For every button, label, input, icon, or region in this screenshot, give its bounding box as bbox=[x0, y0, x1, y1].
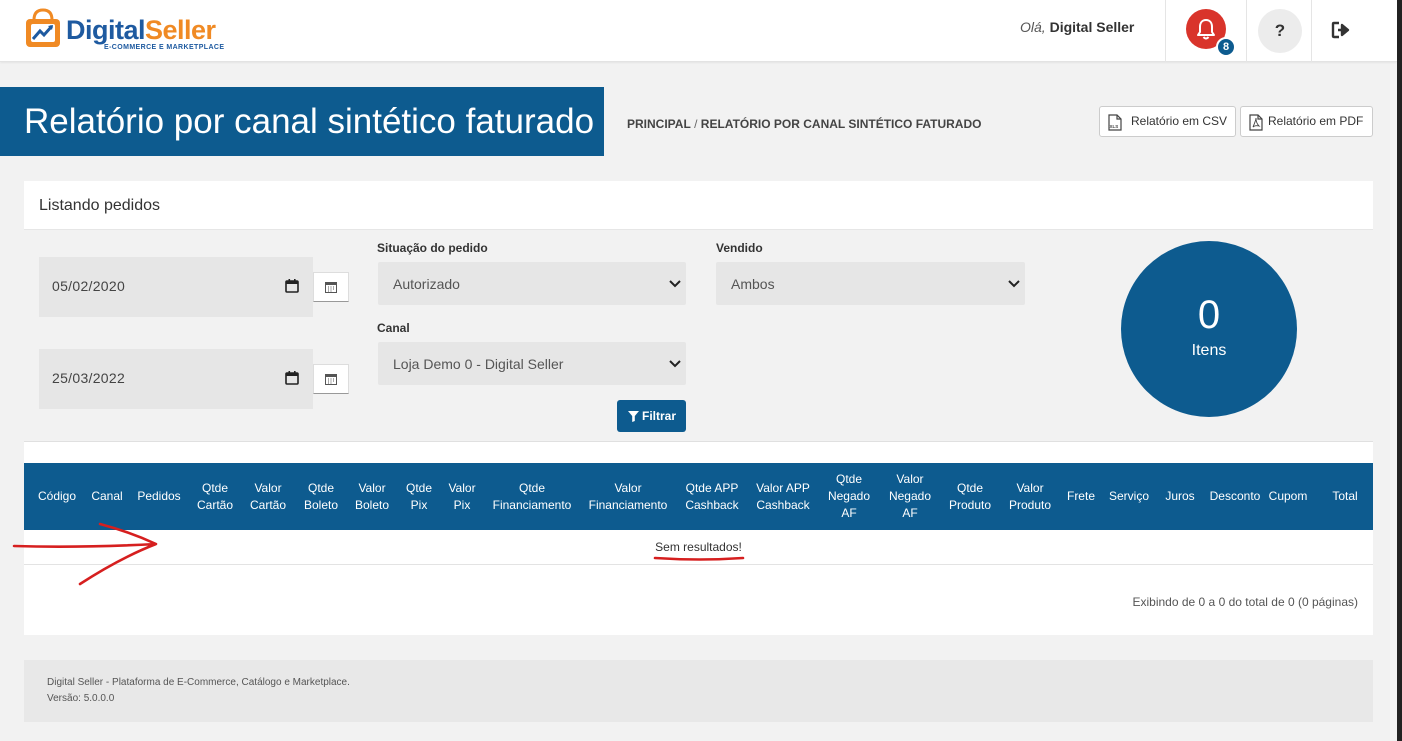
shopping-bag-logo-icon bbox=[26, 8, 60, 47]
svg-text:XLS: XLS bbox=[1110, 124, 1119, 129]
column-header[interactable]: Qtde Financiamento bbox=[477, 463, 587, 530]
items-count: 0 bbox=[1197, 293, 1221, 337]
page-footer: Digital Seller - Plataforma de E-Commerc… bbox=[24, 660, 1373, 722]
items-label: Itens bbox=[1191, 342, 1227, 359]
card-title: Listando pedidos bbox=[39, 197, 160, 214]
bell-icon bbox=[1197, 19, 1215, 40]
brand-tagline: E-COMMERCE E MARKETPLACE bbox=[104, 44, 225, 51]
user-greeting: Olá, Digital Seller bbox=[1020, 19, 1135, 35]
end-date-input[interactable]: 25/03/2022 bbox=[39, 349, 313, 409]
chevron-down-icon bbox=[1008, 280, 1020, 288]
sold-label: Vendido bbox=[716, 241, 763, 255]
table-divider bbox=[24, 564, 1373, 565]
help-button[interactable]: ? bbox=[1258, 9, 1302, 53]
user-name: Digital Seller bbox=[1049, 19, 1135, 35]
end-date-calendar-button[interactable] bbox=[313, 364, 349, 394]
status-select[interactable]: Autorizado bbox=[378, 262, 686, 305]
export-pdf-button[interactable]: Relatório em PDF bbox=[1240, 106, 1373, 137]
start-date-calendar-button[interactable] bbox=[313, 272, 349, 302]
channel-label: Canal bbox=[377, 321, 410, 335]
start-date-input[interactable]: 05/02/2020 bbox=[39, 257, 313, 317]
status-label: Situação do pedido bbox=[377, 241, 488, 255]
calendar-icon bbox=[285, 371, 299, 385]
logout-icon bbox=[1331, 21, 1350, 39]
brand-name: DigitalSeller bbox=[66, 15, 216, 45]
export-csv-button[interactable]: XLS Relatório em CSV bbox=[1099, 106, 1236, 137]
channel-select[interactable]: Loja Demo 0 - Digital Seller bbox=[378, 342, 686, 385]
pagination-info: Exibindo de 0 a 0 do total de 0 (0 págin… bbox=[1132, 595, 1359, 609]
file-xls-icon: XLS bbox=[1108, 114, 1122, 131]
orders-card: Listando pedidos 05/02/2020 25/03/2022 S… bbox=[24, 181, 1373, 635]
filter-button[interactable]: Filtrar bbox=[617, 400, 686, 432]
filter-icon bbox=[628, 411, 639, 422]
navbar-divider bbox=[1311, 0, 1312, 62]
calendar-icon bbox=[325, 282, 337, 293]
card-header: Listando pedidos bbox=[24, 181, 1373, 230]
breadcrumb-home[interactable]: PRINCIPAL bbox=[627, 117, 691, 131]
navbar-divider bbox=[1246, 0, 1247, 62]
column-header[interactable]: Total bbox=[1290, 463, 1400, 530]
logout-button[interactable] bbox=[1331, 20, 1353, 40]
filters-panel: 05/02/2020 25/03/2022 Situação do pedido… bbox=[24, 230, 1373, 442]
breadcrumb-current: RELATÓRIO POR CANAL SINTÉTICO FATURADO bbox=[700, 117, 982, 131]
navbar-divider bbox=[1165, 0, 1166, 62]
notifications-count-badge: 8 bbox=[1216, 37, 1236, 57]
sold-select[interactable]: Ambos bbox=[716, 262, 1025, 305]
brand-logo[interactable]: DigitalSeller E-COMMERCE E MARKETPLACE bbox=[24, 6, 224, 56]
file-pdf-icon bbox=[1249, 114, 1263, 131]
footer-description: Digital Seller - Plataforma de E-Commerc… bbox=[47, 677, 350, 688]
table-header: Código Canal Pedidos Qtde Cartão Valor Cartão Q… bbox=[24, 463, 1373, 530]
breadcrumb: PRINCIPAL / RELATÓRIO POR CANAL SINTÉTIC… bbox=[627, 117, 982, 131]
calendar-icon bbox=[285, 279, 299, 293]
calendar-icon bbox=[325, 374, 337, 385]
chevron-down-icon bbox=[669, 280, 681, 288]
page-title: Relatório por canal sintético faturado bbox=[0, 87, 604, 156]
chevron-down-icon bbox=[669, 360, 681, 368]
window-edge bbox=[1397, 0, 1402, 741]
footer-version: Versão: 5.0.0.0 bbox=[47, 693, 115, 704]
empty-results-message: Sem resultados! bbox=[655, 540, 742, 554]
items-count-circle: 0 Itens bbox=[1121, 241, 1297, 417]
top-navbar: DigitalSeller E-COMMERCE E MARKETPLACE O… bbox=[0, 0, 1397, 62]
